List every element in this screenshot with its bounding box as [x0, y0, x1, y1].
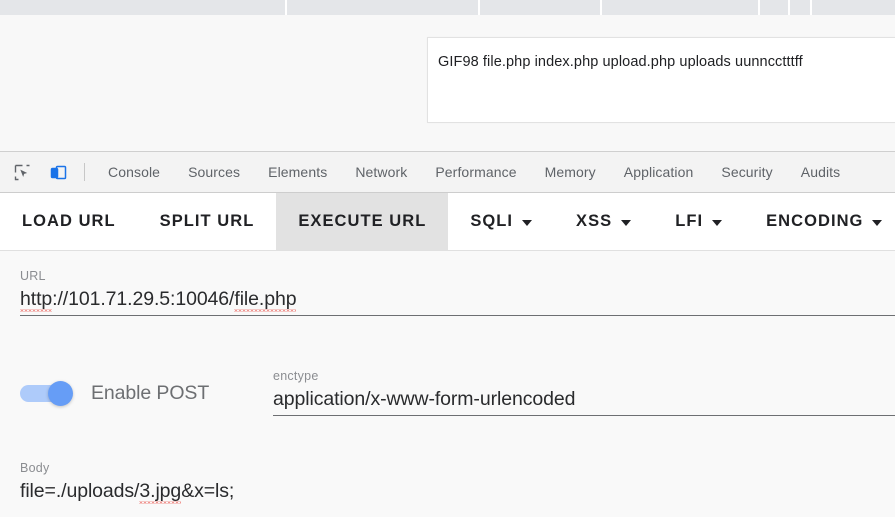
browser-tab[interactable] — [812, 0, 895, 15]
devtools-tab-console[interactable]: Console — [94, 152, 174, 192]
chevron-down-icon — [621, 219, 632, 226]
devtools-tab-network[interactable]: Network — [341, 152, 421, 192]
sqli-menu-button[interactable]: SQLI — [448, 193, 554, 250]
xss-menu-button[interactable]: XSS — [554, 193, 653, 250]
devtools-tab-bar: Console Sources Elements Network Perform… — [0, 152, 895, 193]
hackbar-toolbar: LOAD URL SPLIT URL EXECUTE URL SQLI XSS … — [0, 193, 895, 251]
browser-window: GIF98 file.php index.php upload.php uplo… — [0, 0, 895, 517]
chevron-down-icon — [712, 219, 723, 226]
body-value-pre: file=./uploads/ — [20, 480, 140, 502]
device-toolbar-icon[interactable] — [44, 158, 72, 186]
xss-label: XSS — [576, 212, 613, 230]
lfi-menu-button[interactable]: LFI — [653, 193, 744, 250]
url-underline — [20, 315, 895, 316]
browser-tab[interactable] — [602, 0, 760, 15]
page-viewport: GIF98 file.php index.php upload.php uplo… — [0, 15, 895, 152]
devtools-tab-application[interactable]: Application — [610, 152, 708, 192]
devtools-tab-performance[interactable]: Performance — [421, 152, 530, 192]
browser-tab[interactable] — [790, 0, 812, 15]
browser-tab[interactable] — [287, 0, 480, 15]
url-middle: ://101.71.29.5:10046/ — [52, 288, 235, 310]
url-input[interactable]: http://101.71.29.5:10046/file.php — [20, 286, 895, 312]
body-value-misspelled: 3.jpg — [139, 480, 182, 502]
response-output-text: GIF98 file.php index.php upload.php uplo… — [438, 54, 803, 70]
enable-post-label: Enable POST — [91, 382, 210, 404]
enctype-underline — [273, 415, 895, 416]
body-field[interactable]: Body file=./uploads/3.jpg&x=ls; — [20, 461, 895, 504]
split-url-button[interactable]: SPLIT URL — [138, 193, 277, 250]
devtools-tab-memory[interactable]: Memory — [531, 152, 610, 192]
url-scheme-misspelled: http — [20, 288, 53, 310]
lfi-label: LFI — [675, 212, 704, 230]
toolbar-divider — [84, 163, 85, 181]
url-label: URL — [20, 269, 46, 283]
encoding-label: ENCODING — [766, 212, 864, 230]
browser-tab[interactable] — [760, 0, 790, 15]
devtools-tab-security[interactable]: Security — [707, 152, 786, 192]
url-file-misspelled: file.php — [234, 288, 297, 310]
browser-tab-strip — [0, 0, 895, 15]
load-url-label: LOAD URL — [22, 212, 116, 230]
body-value-post: &x=ls; — [181, 480, 235, 502]
devtools-tab-sources[interactable]: Sources — [174, 152, 254, 192]
chevron-down-icon — [872, 219, 883, 226]
devtools-tabs: Console Sources Elements Network Perform… — [94, 152, 854, 192]
body-label: Body — [20, 461, 50, 475]
browser-tab[interactable] — [480, 0, 602, 15]
execute-url-button[interactable]: EXECUTE URL — [276, 193, 449, 250]
hackbar-panel: URL http://101.71.29.5:10046/file.php En… — [0, 251, 895, 517]
enable-post-toggle[interactable] — [20, 379, 77, 408]
inspect-element-icon[interactable] — [8, 158, 36, 186]
sqli-label: SQLI — [470, 212, 514, 230]
enctype-field[interactable]: enctype application/x-www-form-urlencode… — [273, 369, 895, 416]
load-url-button[interactable]: LOAD URL — [0, 193, 138, 250]
split-url-label: SPLIT URL — [159, 212, 255, 230]
execute-url-label: EXECUTE URL — [298, 212, 427, 230]
devtools-tab-audits[interactable]: Audits — [787, 152, 855, 192]
enctype-input[interactable]: application/x-www-form-urlencoded — [273, 386, 895, 412]
encoding-menu-button[interactable]: ENCODING — [744, 193, 895, 250]
body-input[interactable]: file=./uploads/3.jpg&x=ls; — [20, 478, 895, 504]
chevron-down-icon — [522, 219, 533, 226]
enable-post-row[interactable]: Enable POST — [20, 379, 209, 408]
devtools-tab-elements[interactable]: Elements — [254, 152, 341, 192]
browser-tab[interactable] — [0, 0, 287, 15]
toggle-knob[interactable] — [48, 381, 73, 406]
url-field[interactable]: URL http://101.71.29.5:10046/file.php — [20, 269, 895, 316]
response-output-panel: GIF98 file.php index.php upload.php uplo… — [427, 37, 895, 123]
enctype-label: enctype — [273, 369, 319, 383]
